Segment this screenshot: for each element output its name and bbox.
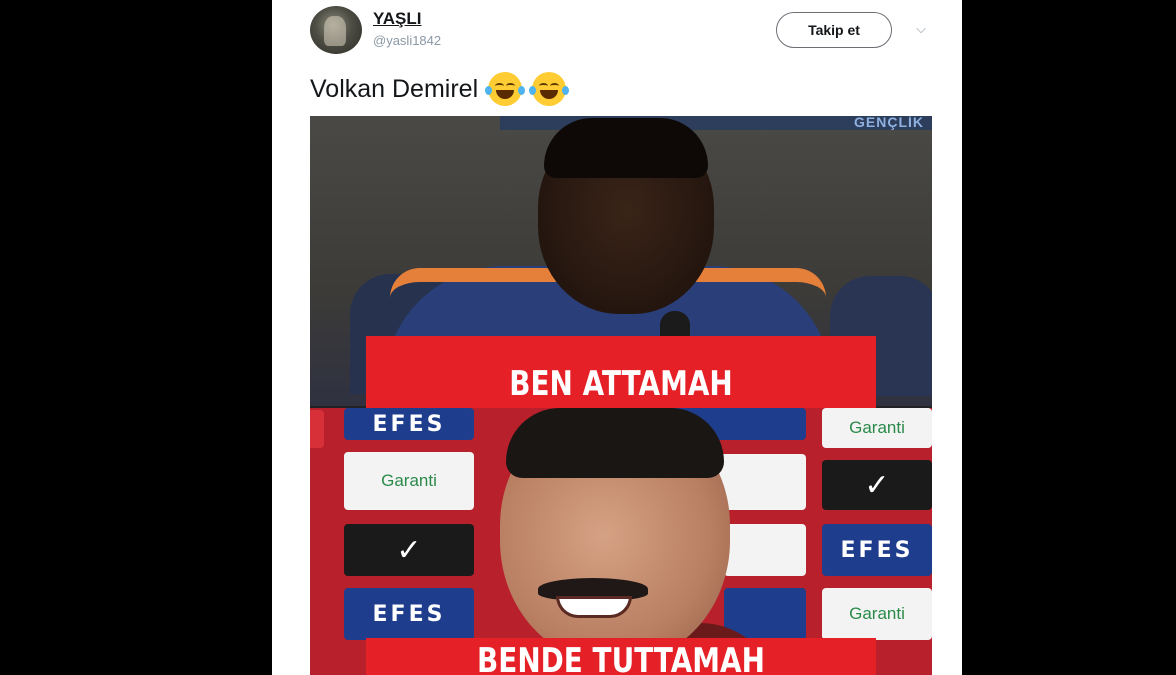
tweet-card: YAŞLI @yasli1842 Takip et ⌵ Volkan Demir…	[272, 0, 962, 675]
chevron-down-icon[interactable]: ⌵	[912, 20, 930, 38]
author-name[interactable]: YAŞLI	[373, 9, 422, 29]
player-smile	[556, 596, 632, 618]
tweet-text-content: Volkan Demirel	[310, 74, 479, 103]
sponsor-banner-text: GENÇLİK	[854, 116, 924, 130]
sponsor-efes-text: EFES	[372, 601, 446, 627]
sponsor-efes-text: EFES	[840, 537, 914, 563]
meme-caption-bottom: BENDE TUTTAMAH	[365, 638, 877, 675]
sponsor-tile-efes: EFES	[344, 588, 474, 640]
sponsor-tile-garanti: Garanti	[822, 588, 932, 640]
sponsor-efes-text: EFES	[372, 411, 446, 437]
tweet-text: Volkan Demirel	[310, 72, 570, 106]
sponsor-tile-garanti: Garanti	[344, 452, 474, 510]
player-hair	[506, 408, 724, 478]
sponsor-tile-garanti: Garanti	[822, 408, 932, 448]
tweet-media-image[interactable]: GENÇLİK BEN ATTAMAH EFES Garanti ✓ EFES …	[310, 116, 932, 675]
sponsor-tile	[724, 524, 806, 576]
face-with-tears-of-joy-icon	[529, 72, 570, 106]
sponsor-garanti-text: Garanti	[849, 418, 905, 437]
sponsor-tile-efes: EFES	[344, 408, 474, 440]
author-handle[interactable]: @yasli1842	[373, 33, 441, 48]
sponsor-tile	[310, 410, 324, 448]
meme-caption-top: BEN ATTAMAH	[365, 336, 877, 410]
player-hair	[544, 118, 708, 178]
face-with-tears-of-joy-icon	[485, 72, 526, 106]
follow-button[interactable]: Takip et	[776, 12, 892, 48]
avatar[interactable]	[310, 6, 362, 54]
nike-swoosh-icon: ✓	[344, 524, 474, 576]
sponsor-tile-efes: EFES	[822, 524, 932, 576]
sponsor-garanti-text: Garanti	[381, 471, 437, 490]
sponsor-garanti-text: Garanti	[849, 604, 905, 623]
meme-panel-bottom: EFES Garanti ✓ EFES Garanti ✓ EFES Garan…	[310, 408, 932, 675]
nike-swoosh-icon: ✓	[822, 460, 932, 510]
